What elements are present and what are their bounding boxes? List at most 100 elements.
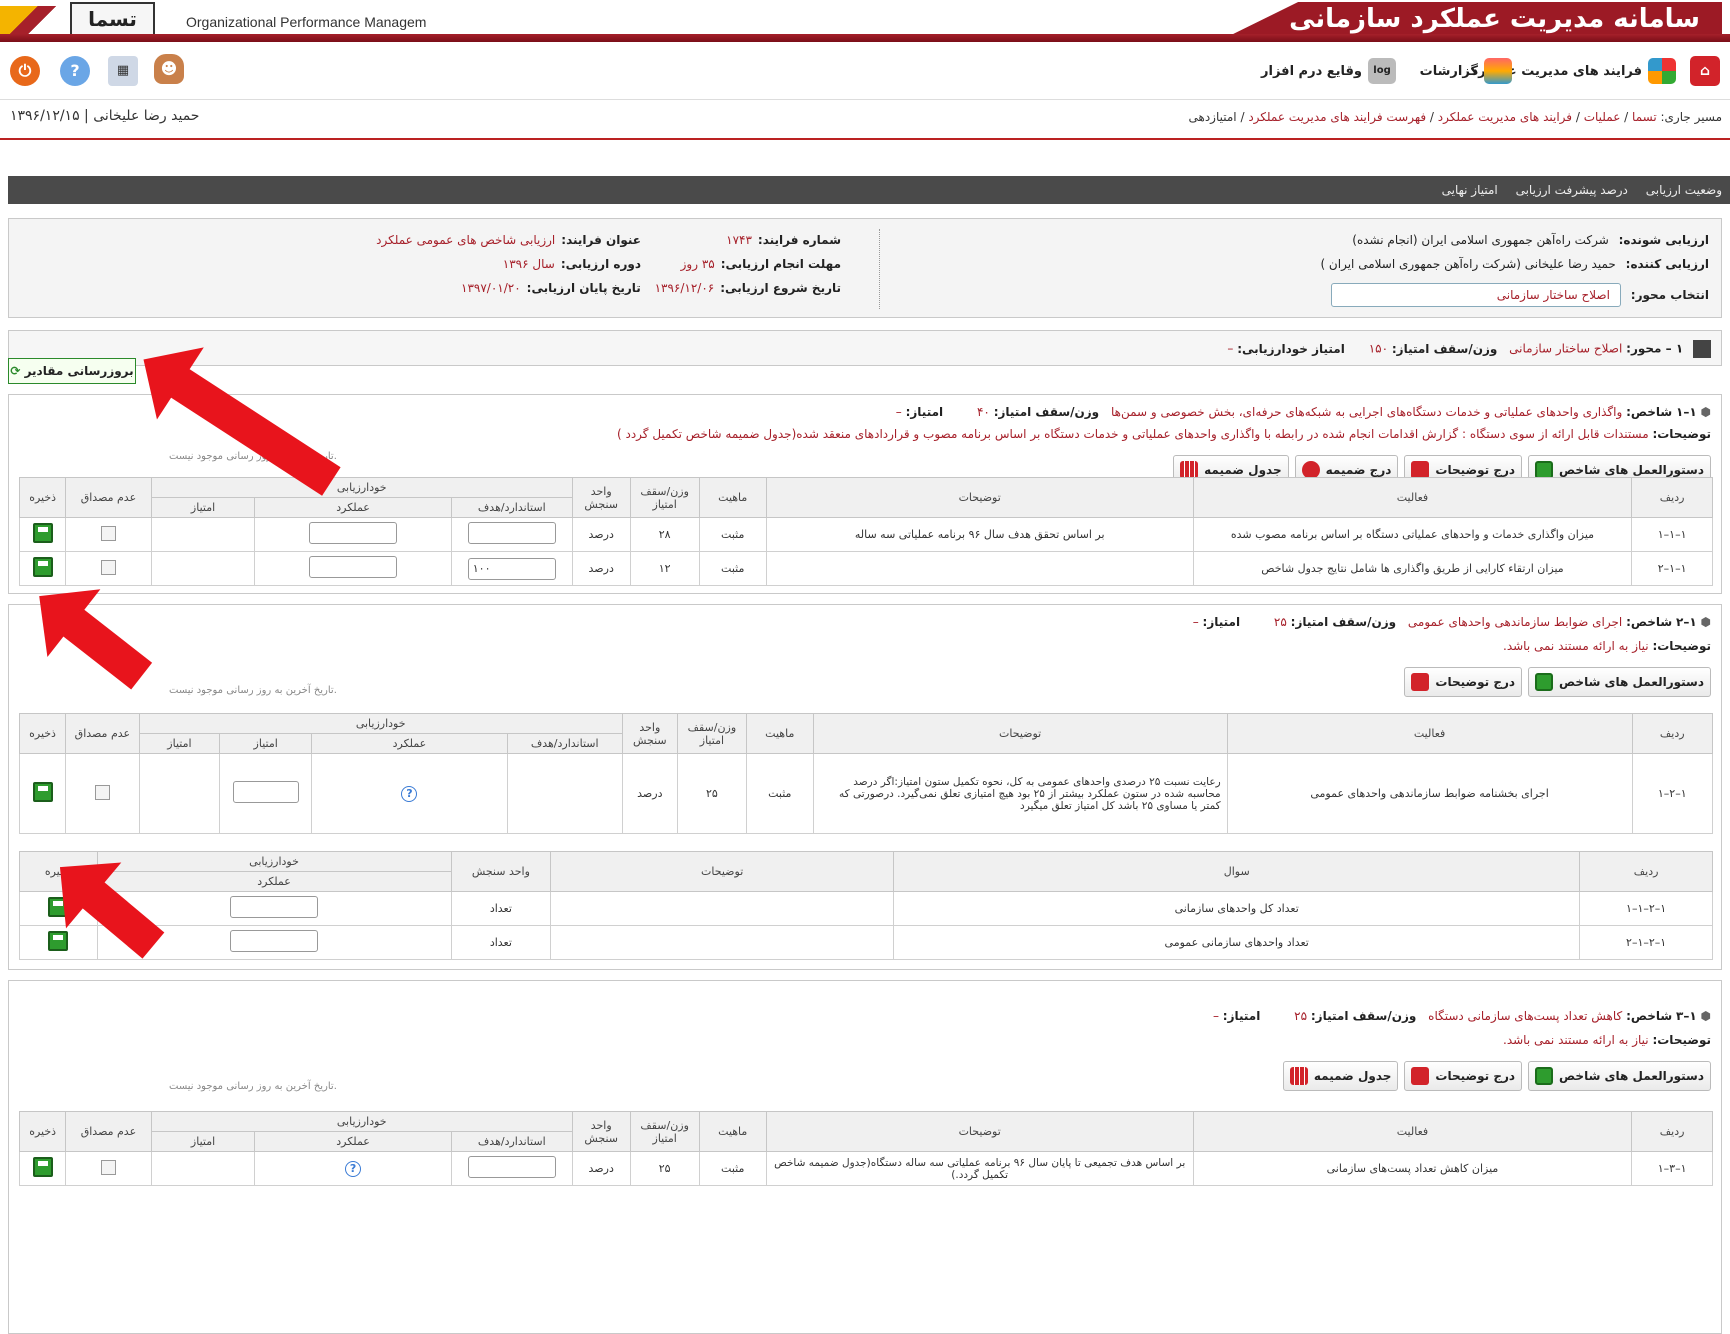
row-nature: مثبت [698,551,767,586]
col-noconf: عدم مصداق [65,477,152,518]
help-question-icon[interactable]: ? [345,1160,362,1177]
save-icon[interactable] [32,557,53,577]
col-perf: عملکرد [254,497,452,518]
index-weight-label: وزن/سقف امتیاز: [993,405,1100,419]
end-label: تاریخ پایان ارزیابی: [526,281,641,295]
info-divider [879,229,880,309]
tab-progress[interactable]: درصد پیشرفت ارزیابی [1516,183,1628,197]
index-title: واگذاری واحدهای عملیاتی و خدمات دستگاه‌ه… [1110,405,1623,419]
row-activity: میزان واگذاری خدمات و واحدهای عملیاتی دس… [1192,517,1633,552]
activity-table: ردیف فعالیت توضیحات ماهیت وزن/سقف امتیاز… [18,713,1713,834]
noconf-checkbox[interactable] [100,525,116,541]
index-score: – [1212,1009,1219,1023]
add-attach-label: درج ضمیمه [1325,463,1392,477]
col-perf: عملکرد [311,733,508,754]
index-score-label: امتیاز: [1202,615,1241,629]
period-value: سال ۱۳۹۶ [502,257,555,271]
evaluator-value: حمید رضا علیخانی (شرکت راه‌آهن جمهوری اس… [1320,257,1616,271]
tab-final-score[interactable]: امتیاز نهایی [1442,183,1498,197]
save-icon[interactable] [48,931,69,951]
row-id: ۱–۱–۲ [1631,551,1713,586]
tasma-logo: تسما [70,2,155,36]
table-row: ۱–۱–۱ میزان واگذاری خدمات و واحدهای عملی… [18,517,1713,552]
save-icon[interactable] [32,782,53,802]
home-icon[interactable]: ⌂ [1690,56,1720,86]
instructions-button[interactable]: دستورالعمل های شاخص [1528,667,1711,697]
performance-input[interactable] [230,930,319,952]
update-values-button[interactable]: بروزرسانی مقادیر ⟳ [8,358,136,384]
save-icon[interactable] [32,523,53,543]
save-icon[interactable] [32,1157,53,1177]
power-icon[interactable]: ⏻ [10,56,40,86]
instructions-button[interactable]: دستورالعمل های شاخص [1528,1061,1711,1091]
tab-status[interactable]: وضعیت ارزیابی [1646,183,1722,197]
col-question: سوال [893,851,1581,892]
table-row: ۱–۱–۲ میزان ارتقاء کارایی از طریق واگذار… [18,551,1713,586]
col-perf: عملکرد [254,1131,452,1152]
performance-input[interactable] [309,522,398,544]
attach-table-button[interactable]: جدول ضمیمه [1282,1061,1399,1091]
help-icon[interactable]: ? [60,56,90,86]
col-standard: استاندارد/هدف [450,497,573,518]
breadcrumb-processes[interactable]: فرایند های مدیریت عملکرد [1438,110,1572,124]
col-score: امتیاز [219,733,313,754]
help-question-icon[interactable]: ? [401,785,418,802]
row-score [138,753,221,834]
standard-input[interactable]: ۱۰۰ [467,557,556,580]
noconf-checkbox[interactable] [100,559,116,575]
process-info-panel: ارزیابی شونده: شرکت راه‌آهن جمهوری اسلام… [8,218,1722,318]
menu-logs[interactable]: وقایع درم افزار log [1261,58,1396,84]
score-input[interactable] [232,781,299,803]
title-value: ارزیابی شاخص های عمومی عملکرد [376,233,556,247]
index-title: اجرای ضوابط سازماندهی واحدهای عمومی [1407,615,1623,629]
col-weight: وزن/سقف امتیاز [676,713,747,754]
col-weight: وزن/سقف امتیاز [629,1111,700,1152]
performance-input[interactable] [230,896,319,918]
index-weight-label: وزن/سقف امتیاز: [1290,615,1397,629]
row-desc: بر اساس تحقق هدف سال ۹۶ برنامه عملیاتی س… [765,517,1194,552]
user-info: ۱۳۹۶/۱۲/۱۵ | حمید رضا علیخانی [10,108,200,124]
index-number: ۱–۳ [1676,1009,1697,1023]
question-table: ردیف سوال توضیحات واحد سنجش خودارزیابی ذ… [19,851,1713,960]
calendar-icon[interactable]: ▦ [108,56,138,86]
standard-input[interactable] [467,522,556,544]
add-desc-label: درج توضیحات [1435,675,1516,689]
row-unit: درصد [571,551,631,586]
add-desc-button[interactable]: درج توضیحات [1404,667,1523,697]
breadcrumb-process-list[interactable]: فهرست فرایند های مدیریت عملکرد [1248,110,1426,124]
english-title: Organizational Performance Managem [186,14,427,30]
col-row: ردیف [1631,713,1713,754]
performance-input[interactable] [309,556,398,578]
attach-table-label: جدول ضمیمه [1313,1069,1392,1083]
row-desc: رعایت نسبت ۲۵ درصدی واحدهای عمومی به کل،… [812,753,1228,834]
col-row: ردیف [1631,477,1713,518]
col-self: خودارزیابی [150,1111,573,1132]
menu-reports[interactable]: گزارشات [1420,58,1512,84]
breadcrumb-tasma[interactable]: تسما [1632,110,1657,124]
index-label: شاخص: [1626,405,1673,419]
desc-label: توضیحات: [1652,427,1711,441]
row-id: ۱–۲–۱ [1631,753,1713,834]
noconf-checkbox[interactable] [100,1159,116,1175]
index-desc: نیاز به ارائه مستند نمی باشد. [1503,639,1649,653]
row-unit: درصد [621,753,678,834]
noconf-checkbox[interactable] [94,784,110,800]
user-profile-icon[interactable]: ☻ [154,54,184,84]
axis-select[interactable]: اصلاح ساختار سازمانی [1330,283,1621,307]
standard-input[interactable] [467,1156,556,1178]
tab-strip: وضعیت ارزیابی درصد پیشرفت ارزیابی امتیاز… [8,176,1730,204]
col-save: ذخیره [18,1111,67,1152]
add-desc-button[interactable]: درج توضیحات [1404,1061,1523,1091]
book-icon [1535,673,1554,691]
axis-weight-label: وزن/سقف امتیاز: [1391,341,1498,356]
row-score [150,517,256,552]
breadcrumb-operations[interactable]: عملیات [1584,110,1621,124]
attach-table-label: جدول ضمیمه [1204,463,1282,477]
last-update-note: تاریخ آخرین به روز رسانی موجود نیست. [169,1081,337,1092]
col-unit: واحد سنجش [571,1111,631,1152]
row-desc [550,891,895,926]
grid-icon [1693,340,1711,358]
update-values-label: بروزرسانی مقادیر [24,364,134,378]
axis-select-label: انتخاب محور: [1630,288,1709,302]
index-icon: ⬢ [1700,1009,1711,1023]
